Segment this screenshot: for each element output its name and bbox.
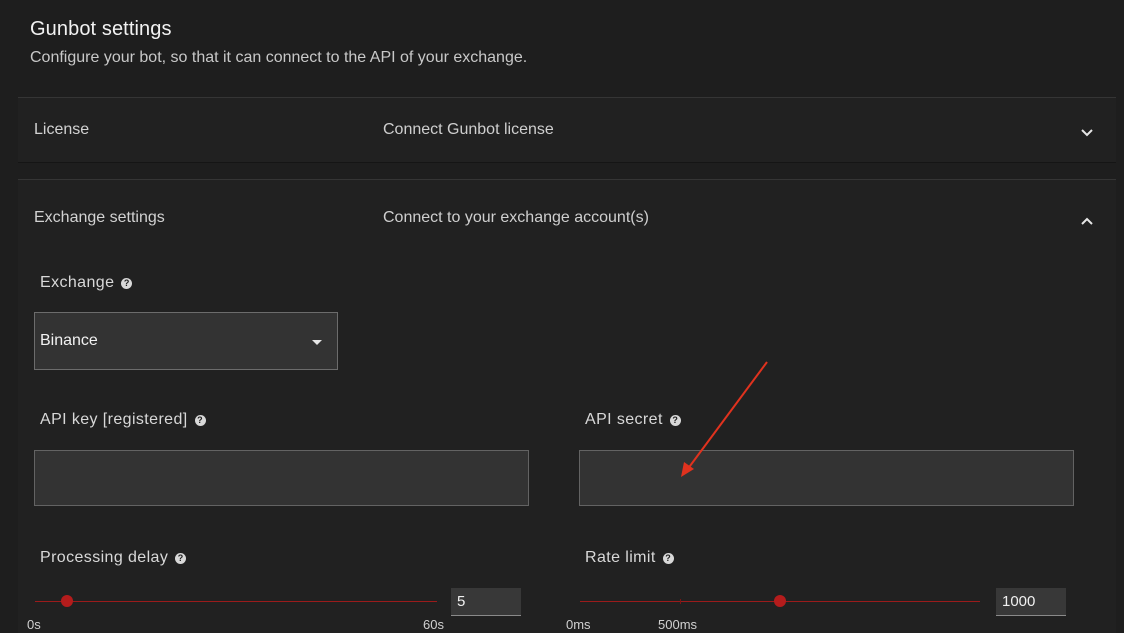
rate-limit-slider-thumb[interactable] [774, 595, 786, 607]
processing-delay-slider-track[interactable] [35, 601, 437, 602]
exchange-panel-title: Exchange settings [34, 209, 165, 226]
rate-limit-slider-mark [680, 599, 681, 604]
exchange-label-text: Exchange [40, 274, 115, 291]
help-circle-icon[interactable]: ? [194, 414, 206, 426]
rate-limit-label-text: Rate limit [585, 549, 656, 566]
api-secret-label: API secret ? [585, 411, 681, 429]
rate-limit-input[interactable] [996, 588, 1066, 616]
chevron-up-icon[interactable] [1080, 216, 1094, 226]
caret-down-icon [312, 340, 322, 345]
exchange-select[interactable]: Binance [34, 312, 338, 370]
help-circle-icon[interactable]: ? [662, 552, 674, 564]
license-panel-title: License [34, 121, 90, 138]
exchange-panel-description: Connect to your exchange account(s) [383, 209, 649, 226]
exchange-select-value: Binance [40, 332, 98, 349]
page-title: Gunbot settings [30, 18, 172, 40]
rate-limit-label: Rate limit ? [585, 549, 674, 567]
api-key-label-text: API key [registered] [40, 411, 188, 428]
license-panel-header[interactable]: License Connect Gunbot license [18, 97, 1116, 163]
rate-limit-mark-label: 500ms [658, 617, 698, 632]
chevron-down-icon[interactable] [1080, 128, 1094, 138]
processing-delay-label: Processing delay ? [40, 549, 187, 567]
page-header: Gunbot settings Configure your bot, so t… [30, 18, 527, 67]
exchange-label: Exchange ? [40, 274, 133, 292]
gunbot-settings-page: Gunbot settings Configure your bot, so t… [0, 0, 1124, 633]
api-secret-input[interactable] [579, 450, 1074, 506]
processing-delay-min-label: 0s [27, 617, 41, 632]
exchange-settings-panel: Exchange settings Connect to your exchan… [18, 179, 1116, 633]
api-key-label: API key [registered] ? [40, 411, 206, 429]
api-key-input[interactable] [34, 450, 529, 506]
api-secret-label-text: API secret [585, 411, 663, 428]
processing-delay-label-text: Processing delay [40, 549, 169, 566]
processing-delay-slider-thumb[interactable] [61, 595, 74, 607]
processing-delay-max-label: 60s [423, 617, 444, 632]
page-subtitle: Configure your bot, so that it can conne… [30, 49, 528, 66]
help-circle-icon[interactable]: ? [669, 414, 681, 426]
processing-delay-input[interactable] [451, 588, 521, 616]
license-panel-description: Connect Gunbot license [383, 121, 554, 138]
rate-limit-min-label: 0ms [566, 617, 591, 632]
help-circle-icon[interactable]: ? [175, 552, 187, 564]
help-circle-icon[interactable]: ? [121, 277, 133, 289]
